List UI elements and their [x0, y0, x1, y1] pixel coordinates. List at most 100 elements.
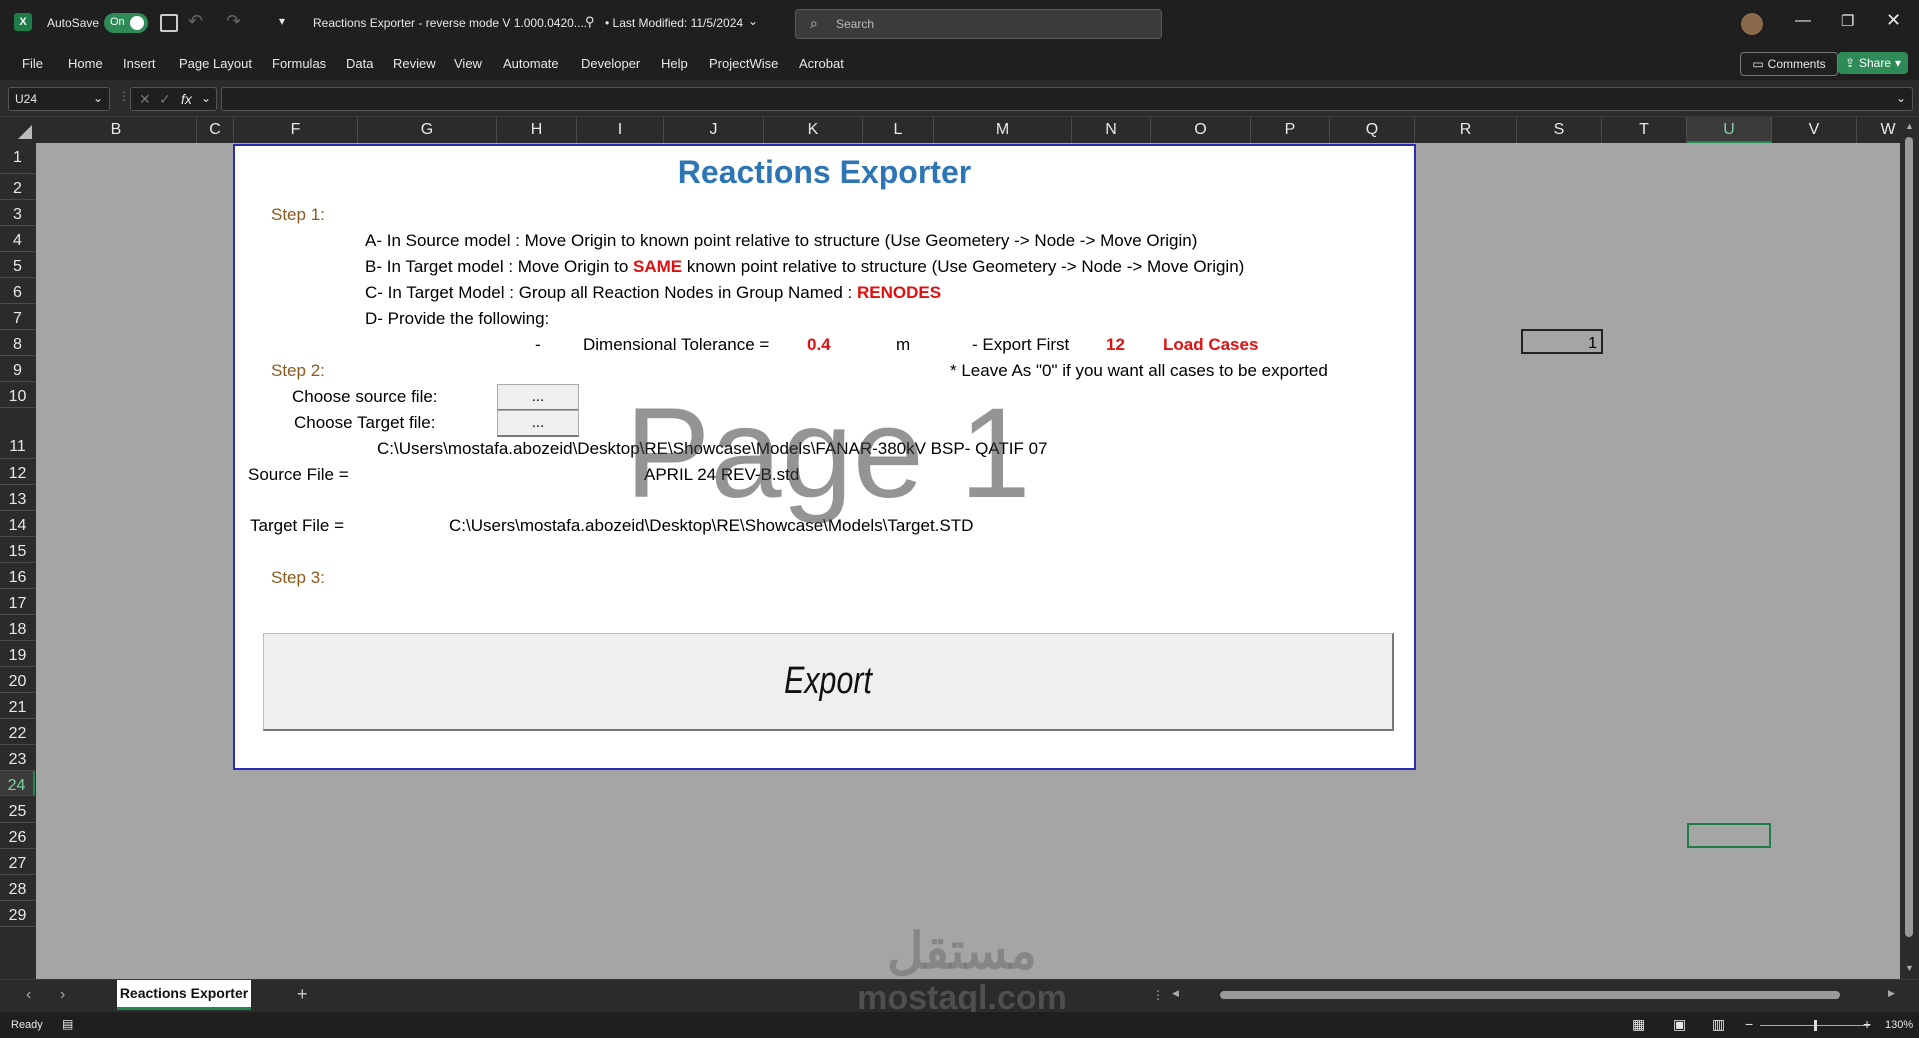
row-header-7[interactable]: 7 [0, 304, 35, 330]
row-header-23[interactable]: 23 [0, 745, 35, 771]
menu-view[interactable]: View [454, 56, 482, 71]
menu-formulas[interactable]: Formulas [272, 56, 326, 71]
row-header-28[interactable]: 28 [0, 875, 35, 901]
column-header-s[interactable]: S [1517, 117, 1602, 143]
column-header-o[interactable]: O [1151, 117, 1251, 143]
search-box[interactable]: ⌕ Search [795, 9, 1162, 39]
column-header-n[interactable]: N [1072, 117, 1151, 143]
row-header-15[interactable]: 15 [0, 537, 35, 563]
row-header-4[interactable]: 4 [0, 226, 35, 252]
column-header-h[interactable]: H [497, 117, 577, 143]
tolerance-value[interactable]: 0.4 [807, 335, 831, 355]
row-header-24[interactable]: 24 [0, 771, 35, 796]
horizontal-scrollbar[interactable]: ◀ ▶ [1170, 988, 1900, 1002]
expand-formula-icon[interactable]: ⌄ [1896, 91, 1906, 105]
normal-view-icon[interactable]: ▦ [1632, 1016, 1645, 1033]
hscroll-thumb[interactable] [1220, 991, 1840, 999]
select-all-corner[interactable] [0, 117, 36, 143]
menu-review[interactable]: Review [393, 56, 436, 71]
page-layout-view-icon[interactable]: ▣ [1673, 1016, 1686, 1033]
undo-icon[interactable]: ↶ [188, 11, 203, 32]
menu-data[interactable]: Data [346, 56, 373, 71]
column-header-g[interactable]: G [358, 117, 497, 143]
tab-split-handle-icon[interactable]: ⋮ [1152, 988, 1164, 1002]
row-header-26[interactable]: 26 [0, 823, 35, 849]
scroll-thumb[interactable] [1905, 137, 1913, 937]
row-header-9[interactable]: 9 [0, 356, 35, 382]
restore-icon[interactable]: ❐ [1841, 12, 1854, 30]
row-header-5[interactable]: 5 [0, 252, 35, 278]
column-header-j[interactable]: J [664, 117, 764, 143]
accessibility-icon[interactable]: ▤ [62, 1017, 73, 1031]
name-box[interactable]: U24 ⌄ [8, 87, 110, 111]
browse-target-button[interactable]: ... [497, 410, 579, 437]
column-header-p[interactable]: P [1251, 117, 1330, 143]
row-header-8[interactable]: 8 [0, 330, 35, 356]
column-header-r[interactable]: R [1415, 117, 1517, 143]
zoom-slider-thumb[interactable] [1814, 1020, 1817, 1031]
menu-insert[interactable]: Insert [123, 56, 156, 71]
row-header-6[interactable]: 6 [0, 278, 35, 304]
minimize-icon[interactable]: — [1795, 12, 1811, 30]
customize-qat-icon[interactable]: ▾ [279, 14, 285, 28]
more-options-icon[interactable]: ⋮ [118, 89, 130, 103]
row-header-14[interactable]: 14 [0, 511, 35, 537]
row-header-13[interactable]: 13 [0, 485, 35, 511]
row-header-25[interactable]: 25 [0, 797, 35, 823]
column-header-v[interactable]: V [1772, 117, 1857, 143]
close-icon[interactable]: ✕ [1886, 10, 1901, 31]
avatar[interactable] [1741, 13, 1763, 35]
menu-projectwise[interactable]: ProjectWise [709, 56, 778, 71]
row-header-27[interactable]: 27 [0, 849, 35, 875]
vertical-scrollbar[interactable]: ▲ ▼ [1900, 117, 1919, 979]
column-header-l[interactable]: L [863, 117, 934, 143]
export-first-value[interactable]: 12 [1106, 335, 1125, 355]
menu-acrobat[interactable]: Acrobat [799, 56, 844, 71]
next-sheet-icon[interactable]: › [60, 986, 65, 1004]
row-header-20[interactable]: 20 [0, 667, 35, 693]
scroll-right-icon[interactable]: ▶ [1888, 988, 1895, 999]
row-header-19[interactable]: 19 [0, 641, 35, 667]
zoom-in-icon[interactable]: + [1863, 1016, 1871, 1032]
row-header-12[interactable]: 12 [0, 459, 35, 485]
selected-cell-u24[interactable] [1687, 823, 1771, 848]
menu-developer[interactable]: Developer [581, 56, 640, 71]
scroll-left-icon[interactable]: ◀ [1172, 988, 1179, 999]
zoom-out-icon[interactable]: − [1745, 1016, 1753, 1032]
menu-home[interactable]: Home [68, 56, 103, 71]
enter-icon[interactable]: ✓ [159, 91, 171, 108]
comments-button[interactable]: ▭ Comments [1740, 52, 1838, 76]
column-header-b[interactable]: B [36, 117, 197, 143]
save-icon[interactable] [160, 14, 178, 32]
prev-sheet-icon[interactable]: ‹ [26, 986, 31, 1004]
row-header-21[interactable]: 21 [0, 693, 35, 719]
row-header-1[interactable]: 1 [0, 143, 35, 174]
row-header-16[interactable]: 16 [0, 563, 35, 589]
scroll-down-icon[interactable]: ▼ [1905, 963, 1914, 973]
cancel-icon[interactable]: ✕ [139, 91, 151, 108]
column-header-i[interactable]: I [577, 117, 664, 143]
menu-file[interactable]: File [22, 56, 43, 71]
zoom-slider[interactable] [1760, 1020, 1870, 1031]
page-break-view-icon[interactable]: ▥ [1712, 1016, 1725, 1033]
document-title[interactable]: Reactions Exporter - reverse mode V 1.00… [313, 16, 587, 30]
row-header-18[interactable]: 18 [0, 615, 35, 641]
row-header-3[interactable]: 3 [0, 200, 35, 226]
column-header-u[interactable]: U [1687, 117, 1772, 143]
row-header-2[interactable]: 2 [0, 174, 35, 200]
column-header-c[interactable]: C [197, 117, 234, 143]
scroll-up-icon[interactable]: ▲ [1905, 121, 1914, 131]
redo-icon[interactable]: ↷ [226, 11, 241, 32]
cell-s7[interactable]: 1 [1521, 329, 1603, 354]
row-header-29[interactable]: 29 [0, 901, 35, 927]
insert-function-icon[interactable]: fx [181, 91, 192, 107]
share-button[interactable]: ⇪ Share ▾ [1838, 52, 1908, 74]
row-header-10[interactable]: 10 [0, 382, 35, 408]
row-header-17[interactable]: 17 [0, 589, 35, 615]
column-header-t[interactable]: T [1602, 117, 1687, 143]
autosave-toggle[interactable]: On [104, 13, 148, 33]
formula-input[interactable]: ⌄ [221, 87, 1913, 111]
row-header-11[interactable]: 11 [0, 408, 35, 459]
menu-automate[interactable]: Automate [503, 56, 559, 71]
column-header-q[interactable]: Q [1330, 117, 1415, 143]
